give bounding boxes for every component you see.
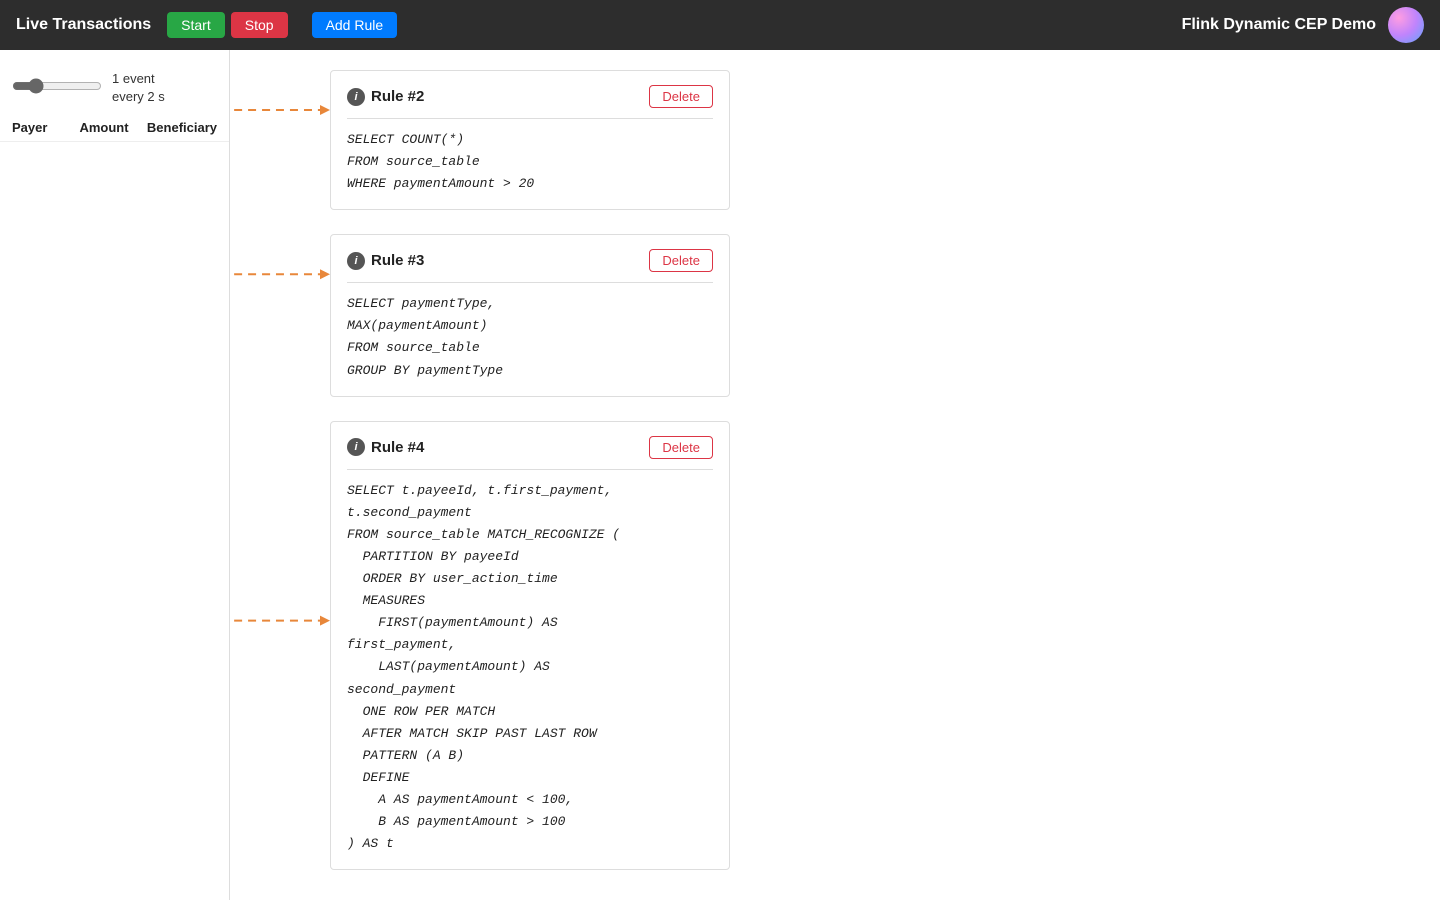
start-button[interactable]: Start [167,12,225,38]
rule-3-header: i Rule #3 Delete [347,249,713,272]
col-beneficiary: Beneficiary [147,120,217,135]
avatar-image [1388,7,1424,43]
col-amount: Amount [79,120,146,135]
rule-3-title: i Rule #3 [347,252,424,270]
info-icon-2: i [347,88,365,106]
delete-rule-2-button[interactable]: Delete [649,85,713,108]
stop-button[interactable]: Stop [231,12,288,38]
rule-4-header: i Rule #4 Delete [347,436,713,459]
rule-2-title-text: Rule #2 [371,88,424,105]
delete-rule-3-button[interactable]: Delete [649,249,713,272]
speed-slider[interactable] [12,78,102,94]
rule-card-3: i Rule #3 Delete SELECT paymentType, MAX… [330,234,730,396]
rule-2-divider [347,118,713,119]
rule-4-title: i Rule #4 [347,438,424,456]
rule-4-divider [347,469,713,470]
rule-3-divider [347,282,713,283]
rule-2-header: i Rule #2 Delete [347,85,713,108]
demo-title: Flink Dynamic CEP Demo [1182,16,1376,34]
header-right: Flink Dynamic CEP Demo [1182,7,1424,43]
speed-line2: every 2 s [112,88,165,106]
speed-line1: 1 event [112,70,165,88]
col-payer: Payer [12,120,79,135]
rule-4-title-text: Rule #4 [371,439,424,456]
avatar [1388,7,1424,43]
left-panel: 1 event every 2 s Payer Amount Beneficia… [0,50,230,900]
speed-control: 1 event every 2 s [0,62,229,114]
rule-card-4: i Rule #4 Delete SELECT t.payeeId, t.fir… [330,421,730,871]
rule-3-code: SELECT paymentType, MAX(paymentAmount) F… [347,293,713,381]
rule-card-2: i Rule #2 Delete SELECT COUNT(*) FROM so… [330,70,730,210]
right-panel: i Rule #2 Delete SELECT COUNT(*) FROM so… [230,50,1440,900]
speed-slider-wrapper[interactable] [12,78,102,99]
delete-rule-4-button[interactable]: Delete [649,436,713,459]
main-layout: 1 event every 2 s Payer Amount Beneficia… [0,50,1440,900]
app-title: Live Transactions [16,16,151,34]
rule-3-title-text: Rule #3 [371,252,424,269]
add-rule-button[interactable]: Add Rule [312,12,398,38]
info-icon-4: i [347,438,365,456]
rule-4-code: SELECT t.payeeId, t.first_payment, t.sec… [347,480,713,856]
rule-2-code: SELECT COUNT(*) FROM source_table WHERE … [347,129,713,195]
speed-label: 1 event every 2 s [112,70,165,106]
info-icon-3: i [347,252,365,270]
table-headers: Payer Amount Beneficiary [0,114,229,142]
rule-2-title: i Rule #2 [347,88,424,106]
header: Live Transactions Start Stop Add Rule Fl… [0,0,1440,50]
